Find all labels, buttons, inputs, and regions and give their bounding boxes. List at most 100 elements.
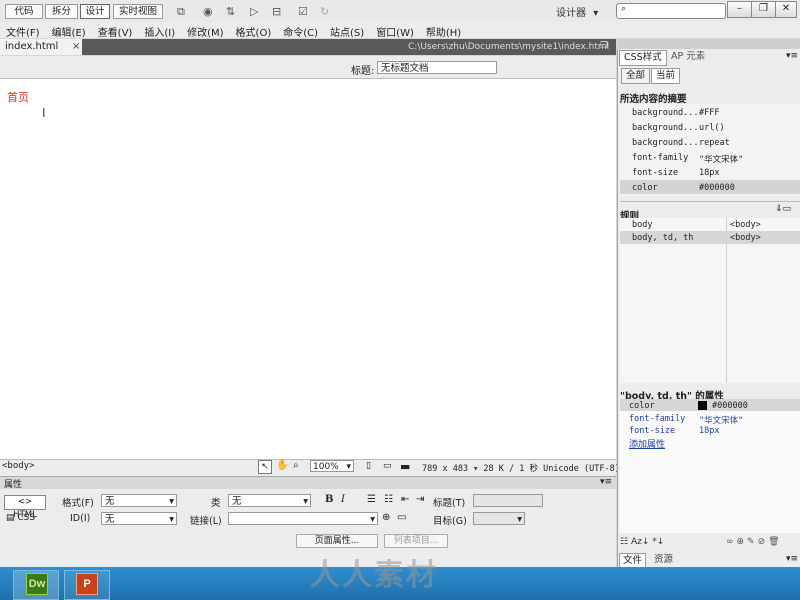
rule-selector[interactable]: body, td, th (632, 233, 693, 243)
multiscreen-icon[interactable]: ⧉ (177, 5, 185, 19)
panel-menu-icon[interactable]: ▾≡ (786, 554, 798, 564)
menu-format[interactable]: 格式(O) (230, 22, 278, 39)
hand-tool-icon[interactable]: ✋ (276, 460, 288, 471)
restore-doc-icon[interactable]: ❐ (600, 41, 608, 51)
menu-site[interactable]: 站点(S) (324, 22, 370, 39)
zoom-tool-icon[interactable]: ⌕ (293, 460, 299, 471)
id-label: ID(I) (70, 513, 91, 524)
indent-icon[interactable]: ⇥ (416, 494, 424, 505)
rule-tag: <body> (730, 233, 761, 243)
summary-prop: background... (632, 138, 699, 148)
attach-style-icon[interactable]: ∞ (726, 537, 737, 547)
page-text-home[interactable]: 首页 (7, 89, 29, 105)
css-mode-button[interactable]: ▤ CSS (6, 513, 35, 523)
css-icon: ▤ (6, 513, 15, 523)
outdent-icon[interactable]: ⇤ (401, 494, 409, 505)
select-tool-icon[interactable]: ↖ (258, 460, 272, 474)
menu-insert[interactable]: 插入(I) (138, 22, 181, 39)
menu-file[interactable]: 文件(F) (0, 22, 46, 39)
refresh-icon[interactable]: ↻ (320, 5, 329, 18)
bold-button[interactable]: B (325, 494, 333, 505)
list-item-button[interactable]: 列表项目... (384, 534, 448, 548)
target-select[interactable]: ▾ (473, 512, 525, 525)
validate-icon[interactable]: ☑ (298, 5, 308, 18)
browse-folder-icon[interactable]: ▭ (397, 512, 406, 523)
document-size-info: 789 x 483 ▾ 28 K / 1 秒 Unicode (UTF-8) (422, 464, 620, 474)
mobile-size-icon[interactable]: ▯ (366, 461, 371, 471)
prop-name[interactable]: font-family (629, 414, 685, 424)
menubar: 文件(F) 编辑(E) 查看(V) 插入(I) 修改(M) 格式(O) 命令(C… (0, 22, 800, 39)
menu-help[interactable]: 帮助(H) (420, 22, 467, 39)
maximize-button[interactable]: ❐ (751, 1, 776, 18)
italic-button[interactable]: I (341, 494, 345, 505)
workspace-switcher[interactable]: 设计器 ▾ (556, 4, 598, 19)
id-select[interactable]: 无 ▾ (101, 512, 177, 525)
chevron-down-icon: ▾ (370, 514, 375, 525)
live-view-button[interactable]: 实时视图 (113, 4, 163, 19)
menu-edit[interactable]: 编辑(E) (46, 22, 92, 39)
sort-az-icon[interactable]: Az↓ (631, 537, 649, 547)
tab-assets[interactable]: 资源 (651, 553, 676, 567)
set-only-icon[interactable]: *↓ (652, 537, 664, 547)
design-canvas[interactable] (0, 79, 616, 459)
code-view-button[interactable]: 代码 (5, 4, 43, 19)
summary-value: url() (699, 123, 725, 133)
current-mode-button[interactable]: 当前 (651, 68, 681, 84)
ordered-list-icon[interactable]: ☷ (384, 494, 393, 505)
title-attr-label: 标题(T) (433, 498, 466, 509)
format-select[interactable]: 无 ▾ (101, 494, 177, 507)
close-tab-icon[interactable]: × (72, 39, 80, 55)
color-swatch[interactable] (698, 401, 707, 410)
cascade-icon[interactable]: ⇓▭ (775, 204, 791, 214)
prop-name[interactable]: color (629, 401, 655, 411)
design-view-button[interactable]: 设计 (80, 4, 110, 19)
delete-icon[interactable]: 🗑 (768, 537, 782, 547)
menu-window[interactable]: 窗口(W) (370, 22, 420, 39)
disable-icon[interactable]: ⊘ (758, 537, 769, 547)
close-button[interactable]: ✕ (775, 1, 797, 18)
prop-value[interactable]: #000000 (712, 401, 748, 411)
file-management-icon[interactable]: ⇅ (226, 5, 235, 18)
doc-title-input[interactable]: 无标题文档 (377, 61, 497, 74)
browser-preview-icon[interactable]: ◉ (203, 5, 213, 18)
prop-name[interactable]: font-size (629, 426, 675, 436)
format-value: 无 (105, 496, 115, 507)
unordered-list-icon[interactable]: ☰ (367, 494, 376, 505)
tab-css-styles[interactable]: CSS样式 (619, 50, 667, 66)
minimize-icon: – (737, 3, 742, 14)
edit-rule-icon[interactable]: ✎ (747, 537, 758, 547)
minimize-button[interactable]: – (727, 1, 752, 18)
menu-view[interactable]: 查看(V) (92, 22, 139, 39)
tag-selector[interactable]: <body> (2, 461, 35, 471)
prop-value[interactable]: "华文宋体" (699, 414, 743, 426)
panel-menu-icon[interactable]: ▾≡ (786, 51, 798, 61)
point-to-file-icon[interactable]: ⊕ (382, 512, 390, 523)
zoom-select[interactable]: 100% ▾ (310, 460, 354, 472)
rule-selector[interactable]: body (632, 220, 652, 230)
class-select[interactable]: 无 ▾ (228, 494, 311, 507)
panel-collapse-bar[interactable] (617, 39, 800, 49)
menu-commands[interactable]: 命令(C) (277, 22, 324, 39)
splitter[interactable] (620, 201, 800, 206)
visual-aids-icon[interactable]: ⊟ (272, 5, 281, 18)
view-toggle-icons[interactable]: ☷ Az↓ *↓ (620, 537, 664, 547)
inspect-icon[interactable]: ▷ (250, 5, 258, 18)
new-rule-icon[interactable]: ⊕ (737, 537, 748, 547)
split-view-button[interactable]: 拆分 (45, 4, 78, 19)
page-properties-button[interactable]: 页面属性... (296, 534, 378, 548)
summary-prop: font-family (632, 153, 689, 163)
html-mode-button[interactable]: <> HTML (4, 495, 46, 520)
menu-modify[interactable]: 修改(M) (181, 22, 229, 39)
title-attr-input[interactable] (473, 494, 543, 507)
all-mode-button[interactable]: 全部 (621, 68, 651, 84)
tab-ap-elements[interactable]: AP 元素 (667, 50, 709, 64)
panel-menu-icon[interactable]: ▾≡ (600, 477, 612, 487)
document-tab[interactable]: index.html (0, 39, 82, 55)
link-input[interactable]: ▾ (228, 512, 378, 525)
search-input[interactable]: ⌕ (616, 3, 726, 19)
prop-value[interactable]: 18px (699, 426, 719, 436)
add-property-link[interactable]: 添加属性 (629, 437, 665, 450)
tablet-size-icon[interactable]: ▭ (383, 461, 392, 471)
category-view-icon[interactable]: ☷ (620, 537, 628, 547)
desktop-size-icon[interactable]: ▬ (400, 460, 410, 473)
